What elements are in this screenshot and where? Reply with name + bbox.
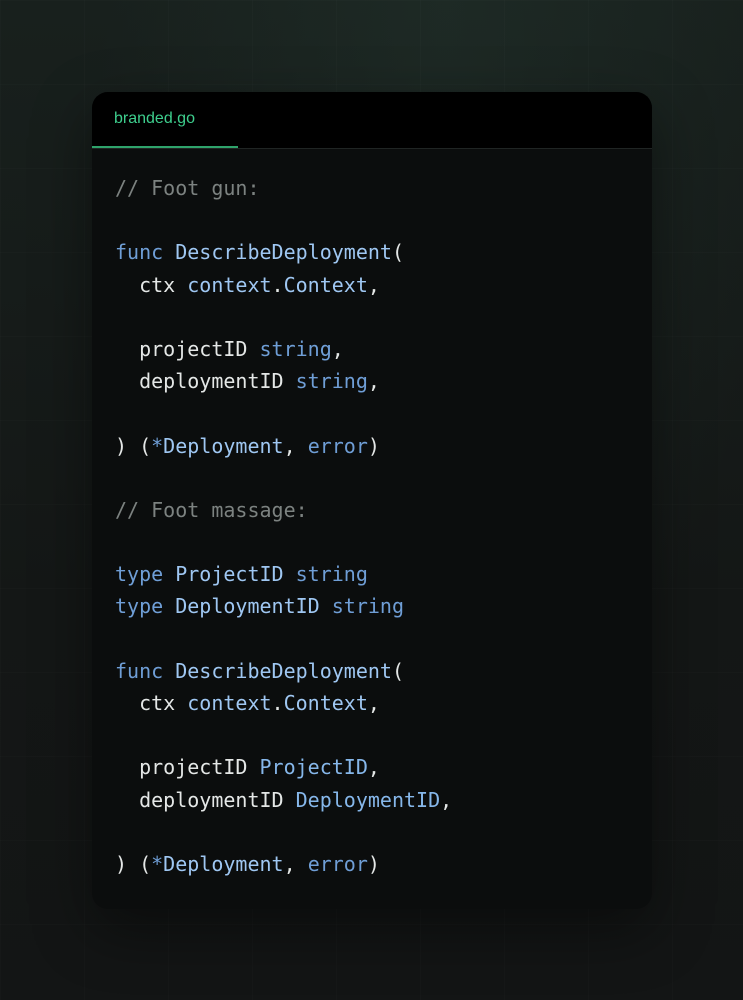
tab-bar: branded.go bbox=[92, 92, 652, 149]
code-block: // Foot gun: func DescribeDeployment( ct… bbox=[115, 172, 452, 880]
code-line: projectID ProjectID, bbox=[115, 751, 452, 783]
code-token-plain: projectID bbox=[115, 755, 260, 780]
code-line: func DescribeDeployment( bbox=[115, 236, 452, 268]
code-line: // Foot gun: bbox=[115, 172, 452, 204]
code-line: deploymentID string, bbox=[115, 365, 452, 397]
code-token-plain: , bbox=[367, 755, 380, 780]
code-token-plain: , bbox=[283, 851, 308, 876]
code-token-fn: Context bbox=[283, 272, 368, 297]
code-token-plain: , bbox=[331, 336, 344, 361]
code-card: branded.go // Foot gun: func DescribeDep… bbox=[92, 92, 652, 909]
code-line: deploymentID DeploymentID, bbox=[115, 784, 452, 816]
code-token-fn: context bbox=[187, 691, 272, 715]
code-line: projectID string, bbox=[115, 333, 452, 365]
code-token-kw: type bbox=[115, 562, 164, 587]
code-token-plain: ( bbox=[391, 240, 405, 265]
code-token-kw: type bbox=[115, 594, 164, 619]
code-token-plain: ctx bbox=[115, 272, 188, 297]
code-token-fn: ProjectID bbox=[175, 562, 284, 587]
code-token-plain: , bbox=[367, 369, 380, 394]
code-token-type: DeploymentID bbox=[295, 787, 441, 812]
code-token-fn: Deployment bbox=[163, 433, 284, 458]
code-token-fn: DescribeDeployment bbox=[175, 658, 392, 683]
code-token-kw: string bbox=[259, 336, 332, 361]
code-line: ) (*Deployment, error) bbox=[115, 430, 452, 462]
code-token-comment: // Foot massage: bbox=[115, 497, 308, 522]
code-line: ) (*Deployment, error) bbox=[115, 848, 452, 880]
code-token-kw: string bbox=[331, 594, 405, 619]
code-token-plain: ) bbox=[367, 851, 380, 876]
code-line: ctx context.Context, bbox=[115, 269, 452, 301]
code-line: type ProjectID string bbox=[115, 558, 452, 590]
code-token-kw: string bbox=[295, 369, 368, 394]
code-token-plain: ctx bbox=[115, 691, 188, 715]
code-token-type: ProjectID bbox=[259, 755, 368, 780]
code-token-plain: ) ( bbox=[115, 433, 152, 458]
code-token-kw: * bbox=[151, 851, 164, 876]
code-token-kw: func bbox=[115, 658, 164, 683]
code-token-kw: func bbox=[115, 240, 164, 265]
file-tab-branded-go[interactable]: branded.go bbox=[92, 92, 238, 148]
code-line: func DescribeDeployment( bbox=[115, 655, 452, 687]
code-token-fn: Context bbox=[283, 691, 368, 715]
code-line: // Foot massage: bbox=[115, 494, 452, 526]
code-token-plain: , bbox=[367, 691, 380, 715]
code-token-plain: ) bbox=[367, 433, 380, 458]
code-token-fn: context bbox=[187, 272, 272, 297]
code-token-plain: . bbox=[271, 691, 284, 715]
code-token-plain: projectID bbox=[115, 336, 260, 361]
code-token-plain: . bbox=[271, 272, 284, 297]
code-token-plain: deploymentID bbox=[115, 369, 296, 394]
code-token-plain: , bbox=[283, 433, 308, 458]
code-token-plain: , bbox=[440, 787, 453, 812]
code-token-plain: deploymentID bbox=[115, 787, 296, 812]
code-line: type DeploymentID string bbox=[115, 590, 452, 622]
code-token-plain: ( bbox=[391, 658, 405, 683]
code-token-plain: , bbox=[367, 272, 380, 297]
code-line: ctx context.Context, bbox=[115, 687, 452, 719]
code-token-kw: * bbox=[151, 433, 164, 458]
code-token-comment: // Foot gun: bbox=[115, 176, 260, 200]
code-token-kw: string bbox=[295, 562, 368, 587]
code-token-fn: DescribeDeployment bbox=[175, 240, 392, 265]
file-tab-label: branded.go bbox=[114, 110, 195, 127]
code-token-fn: DeploymentID bbox=[175, 594, 320, 619]
code-token-kw: error bbox=[307, 851, 368, 876]
code-token-fn: Deployment bbox=[163, 851, 284, 876]
code-token-kw: error bbox=[307, 433, 368, 458]
code-token-plain: ) ( bbox=[115, 851, 152, 876]
